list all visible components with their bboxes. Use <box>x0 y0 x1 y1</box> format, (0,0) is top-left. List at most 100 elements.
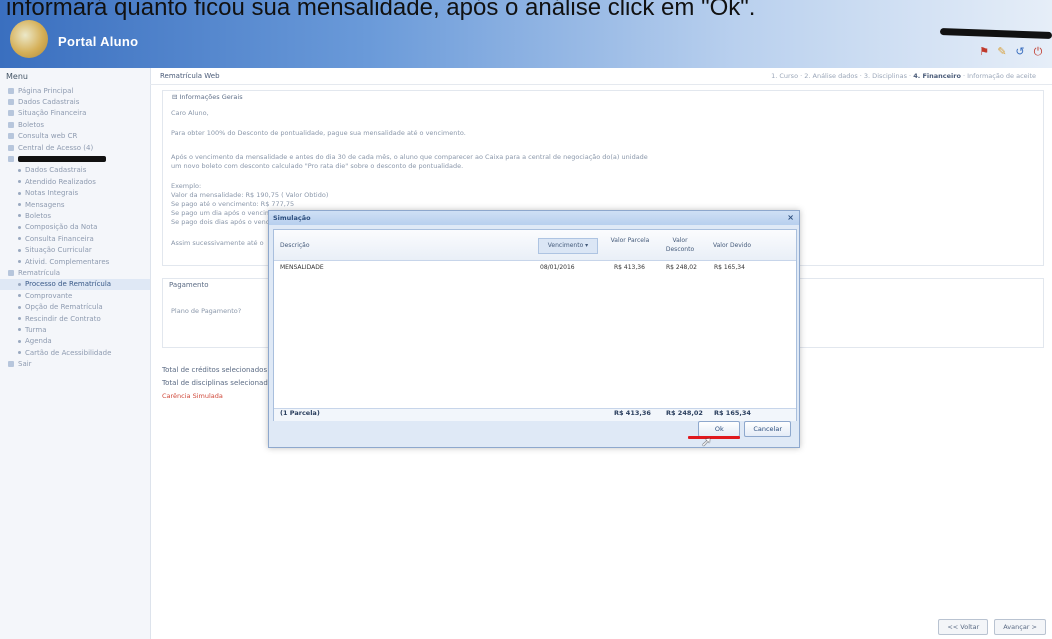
payment-panel-title: Pagamento <box>169 281 209 289</box>
summary-devido: R$ 165,34 <box>714 409 751 417</box>
bullet-icon <box>18 168 21 172</box>
sidebar-title: Menu <box>6 72 28 81</box>
wizard-steps-done: 1. Curso · 2. Análise dados · 3. Discipl… <box>771 72 914 80</box>
bullet-icon <box>18 225 21 229</box>
sidebar-item[interactable]: Atendido Realizados <box>0 176 150 187</box>
bullet-icon <box>18 180 21 184</box>
summary-label: (1 Parcela) <box>280 409 320 417</box>
ok-highlight-mark <box>688 436 740 439</box>
info-line: Se pago até o vencimento: R$ 777,75 <box>171 200 295 208</box>
redacted-name <box>18 156 106 163</box>
sidebar-item-label: Boletos <box>18 120 45 129</box>
bullet-icon <box>8 87 14 94</box>
next-button[interactable]: Avançar > <box>994 619 1046 635</box>
sidebar-item-label: Agenda <box>25 337 52 346</box>
sidebar-item[interactable]: Situação Financeira <box>0 108 150 119</box>
sidebar-item[interactable]: Central de Acesso (4) <box>0 142 150 153</box>
sidebar-item[interactable]: Comprovante <box>0 290 150 301</box>
header-icons: ⚑ ✎ ↺ ⏻ <box>978 46 1044 58</box>
bullet-icon <box>8 361 14 368</box>
info-line: Caro Aluno, <box>171 109 209 117</box>
sidebar-item[interactable]: Ativid. Complementares <box>0 256 150 267</box>
bullet-icon <box>8 121 14 128</box>
sidebar-item[interactable]: Turma <box>0 324 150 335</box>
sidebar-item[interactable]: Mensagens <box>0 199 150 210</box>
back-button[interactable]: << Voltar <box>938 619 989 635</box>
bullet-icon <box>8 110 14 117</box>
sidebar-item[interactable]: Consulta Financeira <box>0 233 150 244</box>
bullet-icon <box>18 260 21 264</box>
sidebar-item[interactable]: Situação Curricular <box>0 244 150 255</box>
sidebar-item[interactable]: Rematrícula <box>0 267 150 278</box>
sidebar-item-label: Ativid. Complementares <box>25 257 110 266</box>
col-valor-devido[interactable]: Valor Devido <box>706 241 758 250</box>
sidebar-item[interactable]: Sair <box>0 358 150 369</box>
sidebar-item[interactable]: Opção de Rematrícula <box>0 301 150 312</box>
bullet-icon <box>18 317 21 320</box>
sidebar-item[interactable]: Notas Integrais <box>0 188 150 199</box>
sidebar-item[interactable]: Boletos <box>0 210 150 221</box>
sidebar-item-label: Rematrícula <box>18 268 61 277</box>
close-icon[interactable]: × <box>787 211 794 225</box>
sidebar-list: Página Principal Dados Cadastrais Situação… <box>0 85 150 370</box>
wizard-steps-next: · Informação de aceite <box>960 72 1036 80</box>
wizard-step-active: 4. Financeiro <box>913 72 961 80</box>
wizard-steps: 1. Curso · 2. Análise dados · 3. Discipl… <box>771 72 1036 80</box>
wizard-footer: << Voltar Avançar > <box>938 619 1046 635</box>
sidebar-item[interactable] <box>0 153 150 164</box>
sidebar-item-label: Dados Cadastrais <box>18 98 80 107</box>
sidebar-item-label: Opção de Rematrícula <box>25 303 103 312</box>
sidebar-item[interactable]: Consulta web CR <box>0 131 150 142</box>
bullet-icon <box>8 156 14 163</box>
sidebar-item[interactable]: Composição da Nota <box>0 222 150 233</box>
cancel-button[interactable]: Cancelar <box>744 421 791 437</box>
col-valor-desconto[interactable]: Valor Desconto <box>658 236 702 254</box>
sidebar-item-label: Notas Integrais <box>25 189 79 198</box>
edit-icon[interactable]: ✎ <box>996 46 1008 58</box>
sidebar-item[interactable]: Agenda <box>0 336 150 347</box>
redaction-mark <box>939 28 1052 39</box>
summary-desconto: R$ 248,02 <box>666 409 703 417</box>
sidebar-item-label: Situação Financeira <box>18 109 87 118</box>
sidebar-item[interactable]: Processo de Rematrícula <box>0 278 150 291</box>
sidebar-item-label: Consulta Financeira <box>25 234 94 243</box>
help-icon[interactable]: ↺ <box>1014 46 1026 58</box>
sidebar-item-label: Atendido Realizados <box>25 177 96 186</box>
sidebar-item-label: Processo de Rematrícula <box>25 280 112 289</box>
app-window: Portal Aluno ⚑ ✎ ↺ ⏻ Menu Página Princip… <box>0 0 1052 639</box>
sidebar-item[interactable]: Dados Cadastrais <box>0 96 150 107</box>
grid-header: Descrição Vencimento ▾ Valor Parcela Val… <box>274 230 796 261</box>
totals-block: Total de créditos selecionados Total de … <box>162 366 276 405</box>
sidebar-item[interactable]: Rescindir de Contrato <box>0 313 150 324</box>
info-line: Exemplo: <box>171 182 202 190</box>
light-spot <box>930 538 940 546</box>
bullet-icon <box>8 144 14 151</box>
sidebar-item-label: Composição da Nota <box>25 223 98 232</box>
home-icon[interactable]: ⚑ <box>978 46 990 58</box>
sidebar-menu: Menu Página Principal Dados Cadastrais Sit… <box>0 68 151 639</box>
sidebar-item-label: Sair <box>18 360 32 369</box>
bullet-icon <box>18 237 21 241</box>
col-descricao[interactable]: Descrição <box>280 241 310 250</box>
logout-icon[interactable]: ⏻ <box>1032 46 1044 58</box>
table-row[interactable]: MENSALIDADE 08/01/2016 R$ 413,36 R$ 248,… <box>274 264 796 276</box>
col-vencimento[interactable]: Vencimento ▾ <box>538 238 598 254</box>
simulation-grid: Descrição Vencimento ▾ Valor Parcela Val… <box>273 229 797 421</box>
bullet-icon <box>18 339 21 343</box>
bullet-icon <box>18 305 21 309</box>
sidebar-item[interactable]: Boletos <box>0 119 150 130</box>
simulation-note: Carência Simulada <box>162 392 223 400</box>
col-valor-parcela[interactable]: Valor Parcela <box>608 236 652 245</box>
sidebar-item[interactable]: Cartão de Acessibilidade <box>0 347 150 358</box>
bullet-icon <box>8 99 14 106</box>
simulation-dialog: Simulação × Descrição Vencimento ▾ Valor… <box>268 210 800 450</box>
sidebar-item-label: Cartão de Acessibilidade <box>25 348 112 357</box>
sidebar-item[interactable]: Dados Cadastrais <box>0 165 150 176</box>
info-panel-title[interactable]: ⊟ Informações Gerais <box>169 93 246 101</box>
cell-vencimento: 08/01/2016 <box>540 264 575 271</box>
sidebar-item-label: Boletos <box>25 211 52 220</box>
bullet-icon <box>8 269 14 276</box>
grid-summary: (1 Parcela) R$ 413,36 R$ 248,02 R$ 165,3… <box>274 408 796 421</box>
info-line: Valor da mensalidade: R$ 190,75 ( Valor … <box>171 191 329 199</box>
sidebar-item[interactable]: Página Principal <box>0 85 150 96</box>
